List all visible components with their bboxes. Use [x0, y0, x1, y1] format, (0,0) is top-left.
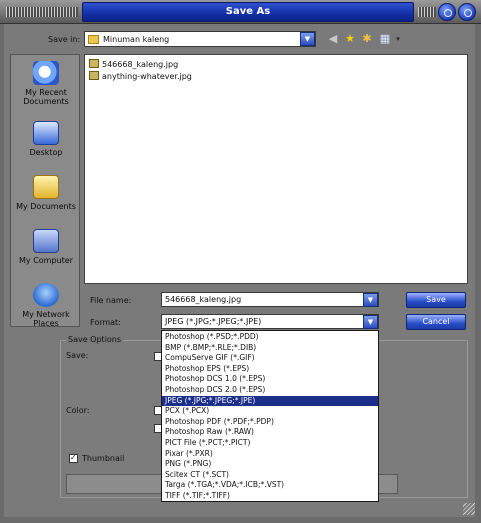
format-option[interactable]: Photoshop Raw (*.RAW) [162, 427, 378, 437]
format-option[interactable]: Photoshop EPS (*.EPS) [162, 364, 378, 374]
file-name: 546668_kaleng.jpg [102, 60, 179, 69]
thumbnail-checkbox[interactable] [69, 453, 78, 463]
view-menu-chevron-icon[interactable]: ▾ [391, 32, 405, 46]
color-label: Color: [66, 406, 90, 415]
file-list[interactable]: 546668_kaleng.jpg anything-whatever.jpg [84, 54, 468, 284]
my-computer-icon [33, 229, 59, 253]
format-option[interactable]: JPEG (*.JPG;*.JPEG;*.JPE) [162, 395, 378, 406]
title-grip-right [418, 7, 436, 17]
title-grip-left [6, 7, 78, 17]
format-option[interactable]: Photoshop (*.PSD;*.PDD) [162, 332, 378, 342]
chevron-down-icon[interactable]: ▼ [300, 32, 315, 46]
format-option[interactable]: CompuServe GIF (*.GIF) [162, 353, 378, 363]
recent-documents-icon [33, 61, 59, 85]
save-in-label: Save in: [48, 35, 81, 44]
file-item[interactable]: 546668_kaleng.jpg [89, 59, 178, 70]
format-option[interactable]: Photoshop PDF (*.PDF;*.PDP) [162, 417, 378, 427]
chevron-down-icon[interactable]: ▼ [363, 315, 378, 329]
format-option[interactable]: PNG (*.PNG) [162, 459, 378, 469]
desktop-icon [33, 121, 59, 145]
format-option[interactable]: Pixar (*.PXR) [162, 449, 378, 459]
place-label: My Recent Documents [23, 88, 69, 106]
file-item[interactable]: anything-whatever.jpg [89, 71, 192, 82]
save-in-value: Minuman kaleng [103, 35, 170, 44]
back-icon[interactable]: ◀ [326, 32, 340, 46]
format-option[interactable]: PCX (*.PCX) [162, 406, 378, 416]
format-label: Format: [90, 318, 121, 327]
save-as-dialog: Save As Save in: Minuman kaleng ▼ ◀ ★ ✱ … [0, 0, 481, 523]
place-label: Desktop [29, 148, 63, 157]
place-my-documents[interactable]: My Documents [11, 175, 81, 211]
format-dropdown[interactable]: JPEG (*.JPG;*.JPEG;*.JPE) ▼ [161, 314, 379, 329]
format-option[interactable]: Photoshop DCS 1.0 (*.EPS) [162, 374, 378, 384]
format-option[interactable]: TIFF (*.TIF;*.TIFF) [162, 491, 378, 501]
thumbnail-label: Thumbnail [82, 454, 125, 463]
up-folder-icon[interactable]: ★ [343, 32, 357, 46]
image-file-icon [89, 71, 99, 80]
new-folder-icon[interactable]: ✱ [360, 32, 374, 46]
place-recent-documents[interactable]: My Recent Documents [11, 61, 81, 106]
image-file-icon [89, 59, 99, 68]
file-name: anything-whatever.jpg [102, 72, 192, 81]
my-documents-icon [33, 175, 59, 199]
place-label: My Documents [16, 202, 76, 211]
format-option[interactable]: Photoshop DCS 2.0 (*.EPS) [162, 385, 378, 395]
title-center: Save As [82, 2, 414, 22]
minimize-icon[interactable] [438, 3, 456, 21]
file-name-value: 546668_kaleng.jpg [165, 295, 242, 304]
title-bar[interactable]: Save As [0, 0, 481, 24]
window-title: Save As [225, 6, 271, 17]
format-option[interactable]: Scitex CT (*.SCT) [162, 470, 378, 480]
place-my-computer[interactable]: My Computer [11, 229, 81, 265]
place-desktop[interactable]: Desktop [11, 121, 81, 157]
resize-grip-icon[interactable] [463, 503, 475, 515]
save-button[interactable]: Save [406, 292, 466, 308]
place-network[interactable]: My Network Places [11, 283, 81, 328]
format-option[interactable]: Targa (*.TGA;*.VDA;*.ICB;*.VST) [162, 480, 378, 490]
network-places-icon [33, 283, 59, 307]
cancel-button[interactable]: Cancel [406, 314, 466, 330]
format-value: JPEG (*.JPG;*.JPEG;*.JPE) [165, 317, 262, 326]
folder-icon [88, 35, 99, 44]
chevron-down-icon[interactable]: ▼ [363, 293, 378, 307]
place-label: My Network Places [22, 310, 70, 328]
places-bar: My Recent Documents Desktop My Documents… [10, 54, 81, 328]
close-icon[interactable] [458, 3, 476, 21]
save-options-title: Save Options [66, 335, 124, 344]
save-in-dropdown[interactable]: Minuman kaleng ▼ [84, 31, 316, 47]
format-option[interactable]: PICT File (*.PCT;*.PICT) [162, 438, 378, 448]
file-name-label: File name: [90, 296, 132, 305]
file-name-field[interactable]: 546668_kaleng.jpg ▼ [161, 292, 379, 307]
format-option[interactable]: BMP (*.BMP;*.RLE;*.DIB) [162, 343, 378, 353]
place-label: My Computer [19, 256, 73, 265]
save-label: Save: [66, 351, 89, 360]
format-options-list[interactable]: Photoshop (*.PSD;*.PDD) BMP (*.BMP;*.RLE;… [161, 330, 379, 502]
view-menu-icon[interactable]: ▦ [378, 32, 392, 46]
